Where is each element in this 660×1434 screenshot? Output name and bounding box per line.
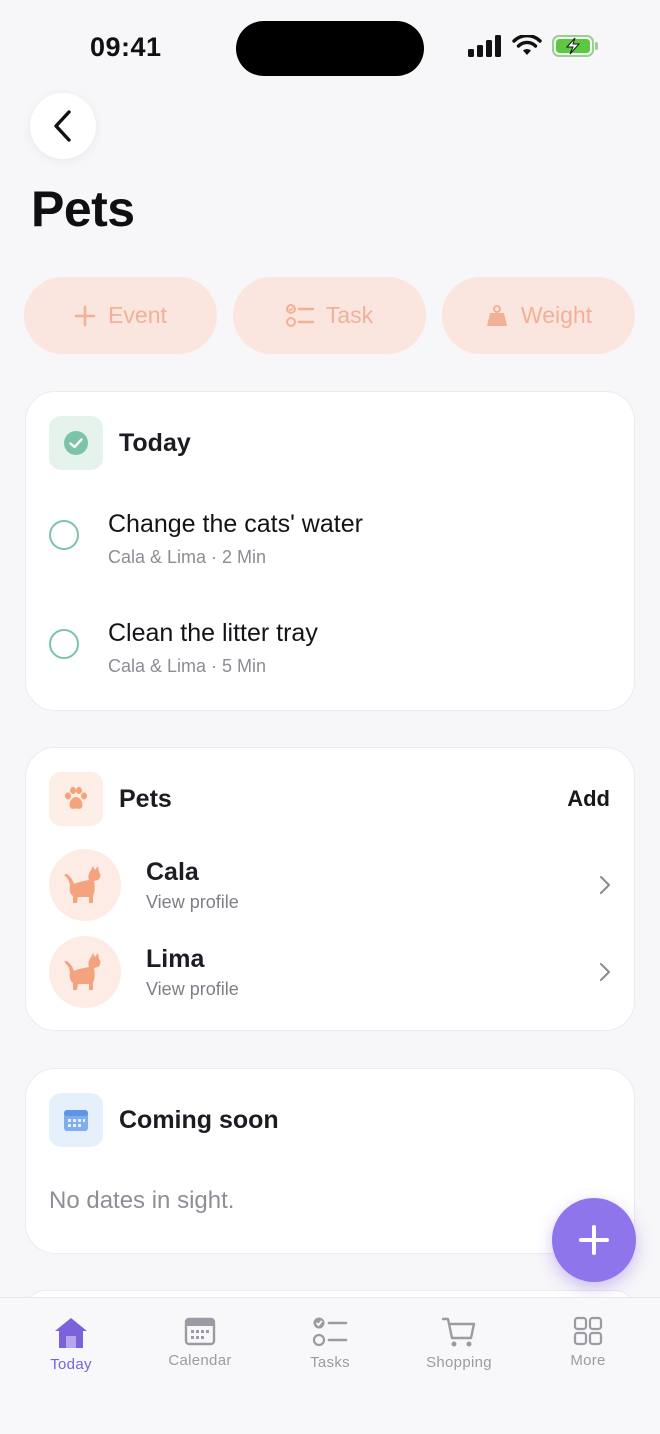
pets-title: Pets bbox=[119, 784, 172, 813]
add-weight-label: Weight bbox=[520, 302, 593, 328]
calendar-icon bbox=[184, 1317, 216, 1346]
pets-card-icon bbox=[49, 772, 103, 826]
back-button[interactable] bbox=[30, 93, 96, 159]
chevron-right-icon bbox=[600, 963, 610, 981]
today-card: Today Change the cats' water Cala & Lima… bbox=[25, 391, 635, 711]
plus-icon bbox=[579, 1225, 609, 1255]
task-item[interactable]: Change the cats' water Cala & Lima · 2 M… bbox=[49, 510, 363, 568]
avatar bbox=[49, 849, 121, 921]
wifi-icon bbox=[512, 35, 542, 55]
tasks-icon bbox=[312, 1317, 348, 1347]
coming-soon-card: Coming soon No dates in sight. bbox=[25, 1068, 635, 1254]
tab-label: Today bbox=[50, 1356, 92, 1373]
tab-shopping[interactable]: Shopping bbox=[409, 1316, 509, 1371]
pet-row-lima[interactable]: Lima View profile bbox=[49, 936, 615, 1008]
tab-tasks[interactable]: Tasks bbox=[280, 1316, 380, 1371]
status-time: 09:41 bbox=[90, 32, 162, 62]
pet-row-cala[interactable]: Cala View profile bbox=[49, 849, 615, 921]
dynamic-island bbox=[236, 21, 424, 76]
grid-icon bbox=[573, 1316, 603, 1346]
tab-more[interactable]: More bbox=[538, 1316, 638, 1369]
tab-today[interactable]: Today bbox=[21, 1316, 121, 1373]
quick-actions: Event Task Weight bbox=[24, 277, 636, 354]
pets-header: Pets bbox=[49, 772, 172, 826]
weight-icon bbox=[486, 304, 507, 326]
task-title: Change the cats' water bbox=[108, 510, 363, 538]
check-circle-icon bbox=[64, 431, 88, 455]
avatar bbox=[49, 936, 121, 1008]
coming-soon-header: Coming soon bbox=[49, 1093, 279, 1147]
add-task-label: Task bbox=[325, 302, 374, 328]
cat-icon bbox=[64, 953, 101, 990]
coming-soon-title: Coming soon bbox=[119, 1105, 279, 1134]
home-icon bbox=[55, 1318, 87, 1348]
chevron-right-icon bbox=[600, 876, 610, 894]
today-card-icon bbox=[49, 416, 103, 470]
task-checkbox[interactable] bbox=[49, 629, 79, 659]
tab-label: Calendar bbox=[168, 1352, 232, 1369]
today-title: Today bbox=[119, 428, 191, 457]
add-fab-button[interactable] bbox=[552, 1198, 636, 1282]
add-weight-button[interactable]: Weight bbox=[442, 277, 635, 354]
battery-charging-icon bbox=[552, 35, 598, 57]
cart-icon bbox=[441, 1317, 476, 1347]
add-event-label: Event bbox=[108, 302, 167, 328]
coming-soon-card-icon bbox=[49, 1093, 103, 1147]
task-item[interactable]: Clean the litter tray Cala & Lima · 5 Mi… bbox=[49, 619, 318, 677]
signal-icon bbox=[468, 35, 501, 57]
pet-view-profile: View profile bbox=[146, 978, 239, 999]
tab-label: More bbox=[570, 1352, 606, 1369]
status-bar: 09:41 bbox=[0, 0, 660, 96]
chevron-left-icon bbox=[54, 110, 71, 142]
tab-label: Shopping bbox=[426, 1354, 492, 1371]
plus-icon bbox=[74, 305, 96, 326]
task-list-icon bbox=[285, 303, 314, 327]
pets-card: Pets Add Cala View profile Lima View pro… bbox=[25, 747, 635, 1031]
add-pet-link[interactable]: Add bbox=[567, 786, 610, 812]
task-meta: Cala & Lima · 2 Min bbox=[108, 547, 267, 567]
pet-view-profile: View profile bbox=[146, 891, 239, 912]
tab-bar: Today Calendar Tasks Shopping More bbox=[0, 1297, 660, 1434]
today-header: Today bbox=[49, 416, 191, 470]
empty-state-text: No dates in sight. bbox=[49, 1187, 235, 1214]
tab-calendar[interactable]: Calendar bbox=[150, 1316, 250, 1369]
cat-icon bbox=[64, 866, 101, 903]
pet-name: Lima bbox=[146, 944, 205, 973]
add-event-button[interactable]: Event bbox=[24, 277, 217, 354]
task-title: Clean the litter tray bbox=[108, 619, 318, 647]
calendar-icon bbox=[64, 1110, 88, 1131]
page-title: Pets bbox=[31, 181, 135, 237]
status-icons bbox=[468, 34, 600, 58]
task-meta: Cala & Lima · 5 Min bbox=[108, 656, 267, 676]
paw-icon bbox=[65, 786, 87, 809]
tab-label: Tasks bbox=[310, 1354, 350, 1371]
add-task-button[interactable]: Task bbox=[233, 277, 426, 354]
task-checkbox[interactable] bbox=[49, 520, 79, 550]
pet-name: Cala bbox=[146, 857, 199, 886]
